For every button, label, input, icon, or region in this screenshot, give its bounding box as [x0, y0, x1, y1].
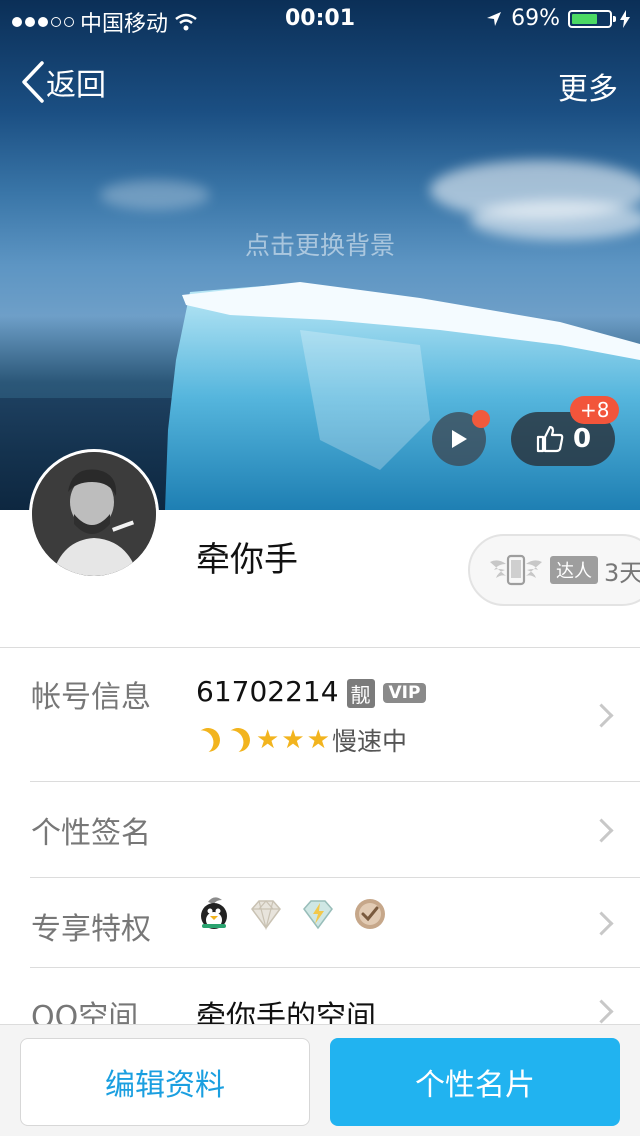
nav-bar: 返回 更多 — [0, 60, 640, 110]
vip-badge: VIP — [382, 683, 427, 703]
notification-dot — [472, 410, 490, 428]
battery-percent: 69% — [511, 6, 560, 31]
battery-icon — [568, 9, 616, 28]
star-icon: ★ — [256, 725, 280, 755]
battery-group: 69% — [485, 6, 630, 31]
account-info-label: 帐号信息 — [31, 680, 151, 715]
bottom-action-bar: 编辑资料 个性名片 — [0, 1024, 640, 1136]
privilege-icons — [196, 896, 388, 932]
qq-number-line: 61702214 靓 VIP — [196, 675, 427, 708]
chevron-right-icon — [589, 911, 614, 936]
chevron-right-icon — [589, 999, 614, 1024]
check-badge-icon — [355, 899, 385, 929]
play-voice-button[interactable] — [432, 410, 490, 466]
penguin-icon — [201, 897, 227, 929]
thumbs-up-icon — [536, 425, 564, 453]
star-icon: ★ — [306, 725, 330, 755]
chevron-left-icon — [22, 61, 44, 103]
daren-badge[interactable]: 达人 3天 — [468, 534, 640, 606]
winged-phone-icon — [490, 554, 542, 586]
nickname: 牵你手 — [196, 540, 298, 580]
edit-profile-button[interactable]: 编辑资料 — [20, 1038, 310, 1126]
like-count: 0 — [572, 424, 592, 454]
location-arrow-icon — [487, 11, 502, 26]
row-divider — [30, 877, 640, 878]
chevron-right-icon — [589, 818, 614, 843]
back-button[interactable]: 返回 — [20, 60, 106, 104]
more-button[interactable]: 更多 — [558, 64, 618, 108]
chevron-right-icon — [589, 703, 614, 728]
level-status: 慢速中 — [331, 727, 407, 756]
charging-bolt-icon — [620, 9, 630, 28]
avatar[interactable] — [29, 449, 159, 579]
section-divider — [0, 647, 640, 648]
moon-icon — [223, 725, 254, 756]
avatar-portrait — [32, 452, 156, 576]
liang-badge: 靓 — [346, 678, 375, 708]
like-increment-badge: +8 — [570, 396, 620, 424]
personal-card-button[interactable]: 个性名片 — [330, 1038, 620, 1126]
diamond-icon — [251, 900, 281, 931]
qq-level: ★ ★ ★ 慢速中 — [196, 722, 407, 758]
star-icon: ★ — [281, 725, 305, 755]
daren-label: 达人 — [550, 556, 598, 584]
daren-days: 3天 — [604, 558, 640, 587]
status-bar: 中国移动 00:01 69% — [0, 0, 640, 40]
change-background-hint[interactable]: 点击更换背景 — [0, 226, 640, 262]
moon-icon — [193, 725, 224, 756]
lightning-diamond-icon — [303, 900, 333, 930]
play-icon — [452, 430, 467, 448]
row-divider — [30, 781, 640, 782]
qq-number: 61702214 — [196, 675, 339, 708]
row-divider — [30, 967, 640, 968]
signature-label: 个性签名 — [31, 816, 151, 851]
privileges-label: 专享特权 — [31, 912, 151, 947]
back-label: 返回 — [46, 68, 106, 103]
